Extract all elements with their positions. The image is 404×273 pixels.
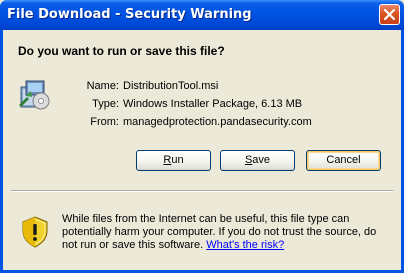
from-label: From: — [90, 116, 119, 128]
installer-package-icon — [19, 80, 50, 110]
dialog-body: Do you want to run or save this file? Na… — [3, 30, 401, 270]
whats-the-risk-link[interactable]: What's the risk? — [206, 239, 284, 251]
run-button[interactable]: Run — [136, 150, 211, 171]
security-shield-icon — [22, 216, 48, 248]
save-button[interactable]: Save — [220, 150, 295, 171]
run-label-rest: un — [171, 154, 184, 166]
file-type-value: Windows Installer Package, 6.13 MB — [123, 98, 303, 110]
download-question: Do you want to run or save this file? — [18, 44, 225, 58]
file-name-value: DistributionTool.msi — [123, 80, 219, 92]
security-warning-text: While files from the Internet can be use… — [62, 213, 392, 252]
title-bar[interactable]: File Download - Security Warning — [0, 0, 404, 30]
file-source-value: managedprotection.pandasecurity.com — [123, 116, 312, 128]
close-button[interactable] — [379, 4, 400, 25]
cancel-button[interactable]: Cancel — [306, 150, 381, 171]
close-icon — [383, 8, 396, 21]
divider-highlight — [11, 191, 393, 192]
window-title: File Download - Security Warning — [7, 7, 252, 22]
save-label-rest: ave — [252, 154, 271, 166]
name-label: Name: — [86, 80, 119, 92]
type-label: Type: — [92, 98, 119, 110]
file-download-dialog: File Download - Security Warning Do you … — [0, 0, 404, 273]
